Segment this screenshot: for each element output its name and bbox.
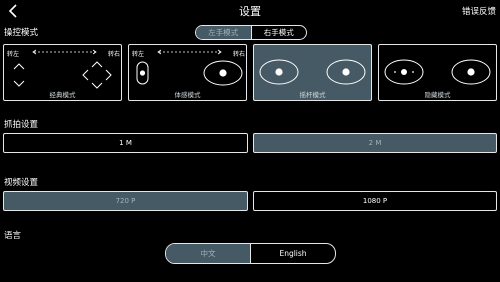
- tab-right-hand[interactable]: 右手模式: [252, 26, 307, 39]
- hand-mode-toggle: 左手模式 右手模式: [195, 25, 307, 40]
- mode-classic[interactable]: 转左 转右 经典模式: [3, 44, 122, 101]
- mode-classic-label: 经典模式: [49, 91, 76, 99]
- capture-2m-option[interactable]: 2 M: [253, 133, 497, 153]
- feedback-button[interactable]: 错误反馈: [462, 5, 496, 17]
- turn-left-label: 转左: [132, 50, 144, 58]
- language-toggle: 中文 English: [165, 243, 336, 264]
- turn-right-label: 转右: [108, 50, 120, 58]
- mode-hidden[interactable]: 隐藏模式: [378, 44, 497, 101]
- tab-left-hand[interactable]: 左手模式: [196, 26, 251, 39]
- turn-left-label: 转左: [7, 50, 19, 58]
- video-1080p-option[interactable]: 1080 P: [253, 191, 497, 211]
- top-bar: 设置 错误反馈: [0, 0, 500, 22]
- language-chinese-option[interactable]: 中文: [166, 244, 250, 263]
- video-720p-option[interactable]: 720 P: [3, 191, 248, 211]
- mode-joystick[interactable]: 摇杆模式: [253, 44, 372, 101]
- control-mode-title: 操控模式: [4, 28, 39, 38]
- language-title: 语言: [4, 231, 22, 241]
- turn-right-label: 转右: [233, 50, 245, 58]
- capture-title: 抓拍设置: [4, 120, 39, 130]
- video-title: 视频设置: [4, 178, 39, 188]
- page-title: 设置: [239, 5, 261, 18]
- mode-hidden-label: 隐藏模式: [424, 91, 451, 99]
- mode-motion-label: 体感模式: [174, 91, 201, 99]
- capture-1m-option[interactable]: 1 M: [3, 133, 248, 153]
- language-english-option[interactable]: English: [251, 244, 335, 263]
- mode-joystick-label: 摇杆模式: [299, 91, 326, 99]
- mode-motion[interactable]: 转左 转右 体感模式: [128, 44, 247, 101]
